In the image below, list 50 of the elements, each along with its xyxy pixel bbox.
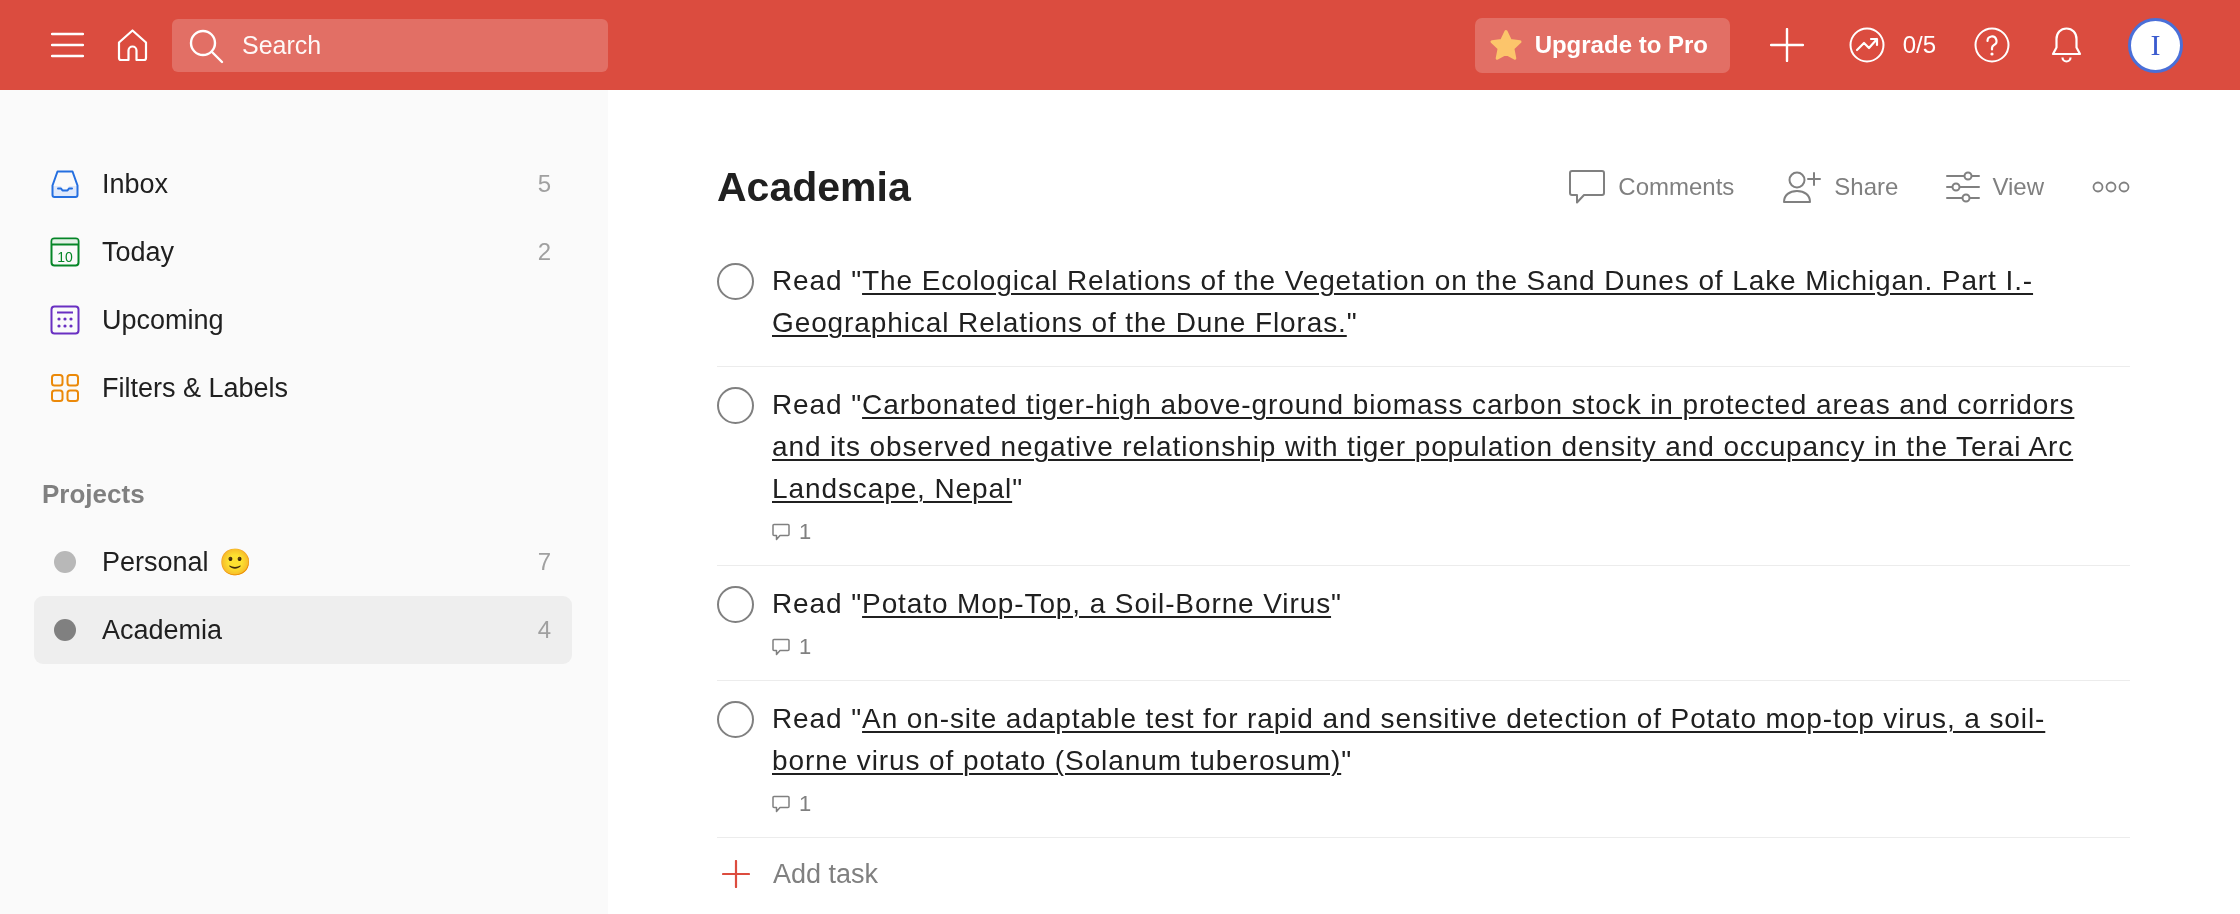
sidebar-item[interactable]: Filters & Labels xyxy=(34,354,572,422)
grid-icon xyxy=(51,374,79,402)
home-icon[interactable] xyxy=(116,28,149,62)
sidebar-item[interactable]: 10 Today 2 xyxy=(34,218,572,286)
project-title: Academia xyxy=(717,163,911,211)
task-title[interactable]: Read "Carbonated tiger-high above-ground biomass carbon stock in protected areas and corridors and its observed negative relationship with tiger population density and occupancy in the Terai Arc Landscape, Nepal" xyxy=(772,384,2097,510)
task-checkbox[interactable] xyxy=(717,387,754,424)
item-count: 7 xyxy=(537,548,551,576)
plus-icon[interactable] xyxy=(1769,28,1804,62)
smiley-icon: 🙂 xyxy=(218,549,251,575)
task-title[interactable]: Read "An on-site adaptable test for rapid and sensitive detection of Potato mop-top virus, a soil-borne virus of potato (Solanum tuberosum)" xyxy=(772,698,2097,782)
avatar-button[interactable]: I xyxy=(2128,17,2183,73)
comment-count: 1 xyxy=(799,636,812,658)
more-icon[interactable] xyxy=(2092,181,2130,193)
comment-icon xyxy=(1568,169,1607,205)
share-button[interactable]: Share xyxy=(1782,170,1899,204)
inbox-icon xyxy=(50,169,80,199)
sidebar-item[interactable]: Inbox 5 xyxy=(34,150,572,218)
view-button[interactable]: View xyxy=(1946,171,2044,203)
comment-icon xyxy=(772,523,790,541)
comment-count: 1 xyxy=(799,521,812,543)
project-item[interactable]: Academia 4 xyxy=(34,596,572,664)
search-icon xyxy=(188,27,224,64)
item-count: 5 xyxy=(537,170,551,198)
bell-icon[interactable] xyxy=(2050,26,2083,64)
task-checkbox[interactable] xyxy=(717,701,754,738)
item-count: 2 xyxy=(537,238,551,266)
section-heading: Projects xyxy=(42,478,146,511)
comments-button[interactable]: Comments xyxy=(1568,169,1735,205)
person-plus-icon xyxy=(1782,170,1823,204)
task-checkbox[interactable] xyxy=(717,263,754,300)
help-icon[interactable] xyxy=(1974,27,2010,63)
menu-icon[interactable] xyxy=(51,32,84,58)
productivity-button[interactable]: 0/5 xyxy=(1848,27,1936,63)
calendar-icon xyxy=(50,305,80,335)
trend-icon xyxy=(1848,27,1885,63)
star-icon xyxy=(1488,28,1523,62)
comment-icon xyxy=(772,638,790,656)
sidebar-item[interactable]: Upcoming xyxy=(34,286,572,354)
plus-icon xyxy=(722,860,750,888)
task-title[interactable]: Read "The Ecological Relations of the Vegetation on the Sand Dunes of Lake Michigan. Part I.-Geographical Relations of the Dune Floras." xyxy=(772,260,2097,344)
comment-icon xyxy=(772,795,790,813)
project-item[interactable]: Personal 🙂 7 xyxy=(34,528,572,596)
task-checkbox[interactable] xyxy=(717,586,754,623)
comment-count: 1 xyxy=(799,793,812,815)
sliders-icon xyxy=(1946,171,1981,203)
task-title[interactable]: Read "Potato Mop-Top, a Soil-Borne Virus" xyxy=(772,583,2097,625)
item-count: 4 xyxy=(537,616,551,644)
calendar-icon: 10 xyxy=(50,237,80,267)
add-task-button[interactable]: Add task xyxy=(717,838,879,910)
